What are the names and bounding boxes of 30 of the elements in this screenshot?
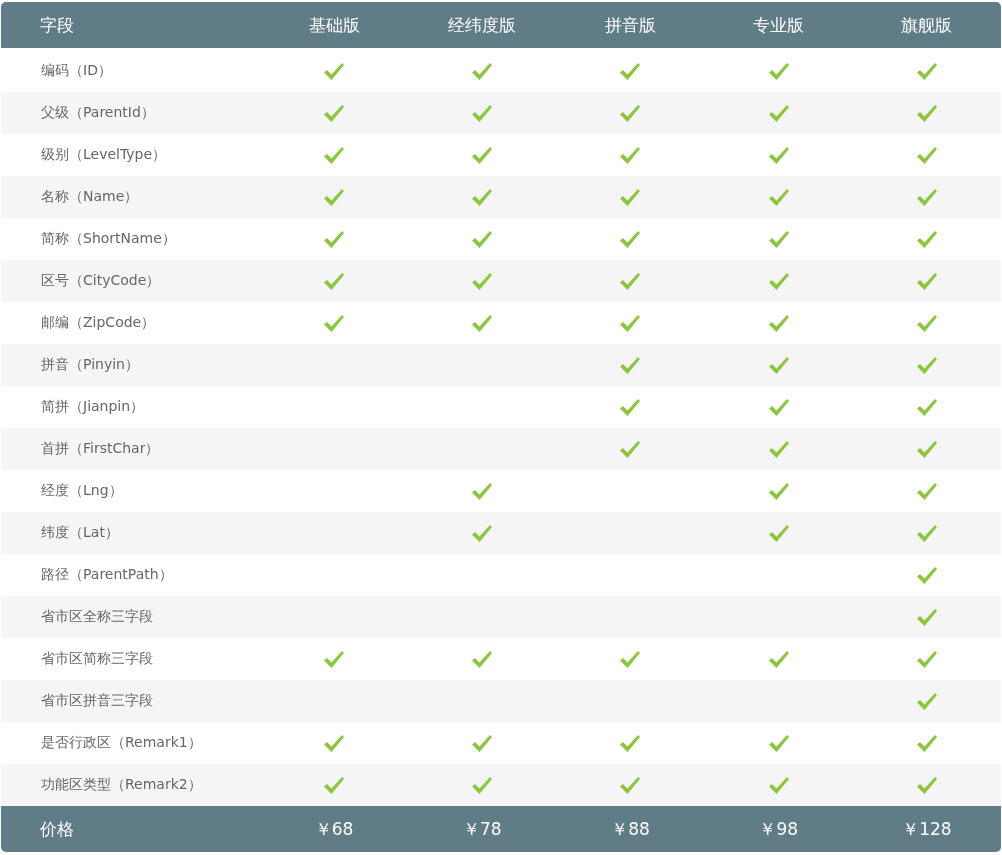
column-header: 拼音版 xyxy=(604,13,657,37)
price: ￥98 xyxy=(758,817,799,841)
price: ￥78 xyxy=(461,817,503,841)
price: ￥88 xyxy=(610,817,651,841)
column-header: 专业版 xyxy=(752,13,806,37)
column-header: 经纬度版 xyxy=(447,13,518,37)
price-label: 价格 xyxy=(39,817,75,841)
field-name: 区号（CityCode） xyxy=(40,272,162,290)
price: ￥68 xyxy=(313,817,355,841)
field-name: 纬度（Lat） xyxy=(40,524,120,542)
field-name: 编码（ID） xyxy=(40,62,113,80)
column-header: 旗舰版 xyxy=(900,13,954,37)
field-name: 父级（ParentId） xyxy=(40,104,156,122)
field-name: 省市区全称三字段 xyxy=(40,608,154,626)
field-name: 邮编（ZipCode） xyxy=(40,314,157,332)
field-name: 路径（ParentPath） xyxy=(40,566,174,584)
field-name: 省市区拼音三字段 xyxy=(40,692,154,710)
field-name: 是否行政区（Remark1） xyxy=(40,734,203,752)
field-name: 省市区简称三字段 xyxy=(40,650,154,668)
field-name: 名称（Name） xyxy=(40,188,140,206)
field-name: 拼音（Pinyin） xyxy=(40,356,140,374)
column-header: 基础版 xyxy=(307,13,361,37)
field-name: 级别（LevelType） xyxy=(40,146,168,164)
column-header: 字段 xyxy=(39,13,75,37)
field-name: 经度（Lng） xyxy=(40,482,124,500)
field-name: 首拼（FirstChar） xyxy=(40,440,161,458)
field-name: 功能区类型（Remark2） xyxy=(40,776,203,794)
field-name: 简拼（Jianpin） xyxy=(40,398,146,416)
field-name: 简称（ShortName） xyxy=(40,230,177,248)
price: ￥128 xyxy=(901,817,953,841)
